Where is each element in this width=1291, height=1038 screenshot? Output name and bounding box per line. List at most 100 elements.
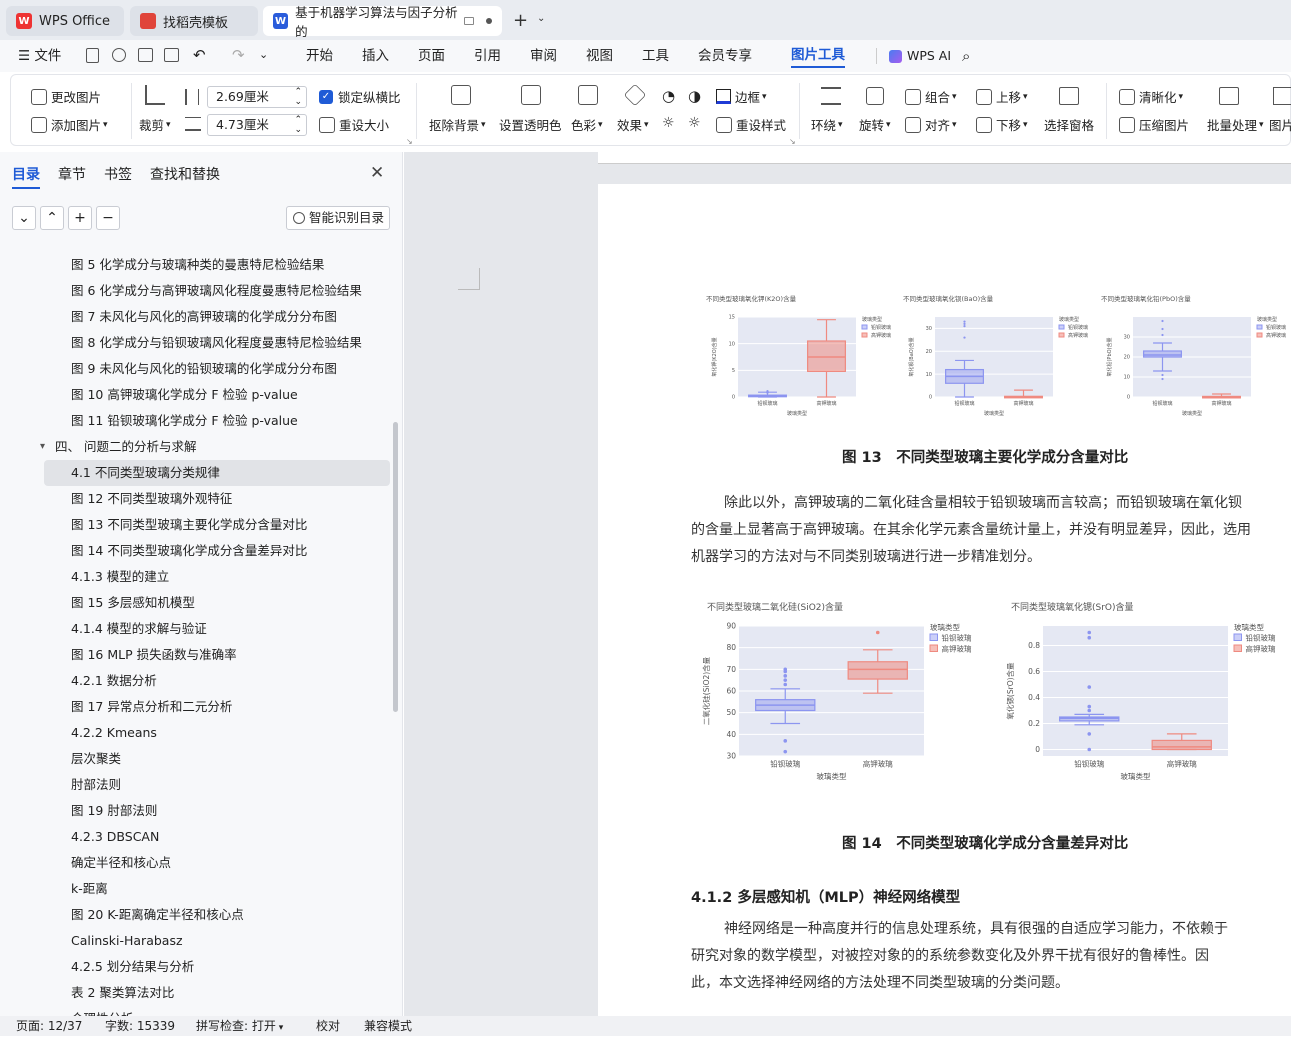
toc-item[interactable]: 图 14 不同类型玻璃化学成分含量差异对比 [44,538,390,564]
remove-heading-button[interactable]: − [96,206,120,230]
print-icon[interactable] [138,48,153,62]
effect-button[interactable]: 效果 ▾ [617,115,649,134]
contrast-icon[interactable]: ◑ [688,87,701,105]
figure-13-charts[interactable]: 不同类型玻璃氧化钾(K2O)含量051015氧化钾(K2O)含量铅钡玻璃 高钾玻璃… [698,282,1290,422]
align-button[interactable]: 对齐 ▾ [905,115,957,134]
toc-item[interactable]: 图 15 多层感知机模型 [44,590,390,616]
toc-item[interactable]: 图 19 肘部法则 [44,798,390,824]
toc-item[interactable]: 4.1.3 模型的建立 [44,564,390,590]
width-input[interactable]: 4.73厘米 ⌃ ⌄ [207,114,307,136]
batch-process-button[interactable]: 批量处理 ▾ [1207,115,1264,134]
toc-item[interactable]: 图 9 未风化与风化的铅钡玻璃的化学成分分布图 [44,356,390,382]
status-spell-check[interactable]: 拼写检查: 打开 ▾ [196,1016,283,1038]
document-canvas[interactable]: 不同类型玻璃氧化钾(K2O)含量 0 5 10 15 氧化钾(K2O)含量 铅钡玻璃 高钾玻璃… [404,152,1291,1016]
color-button[interactable]: 色彩 ▾ [571,115,603,134]
tab-wps-office[interactable]: W WPS Office [6,6,124,36]
add-heading-button[interactable]: + [68,206,92,230]
menu-member[interactable]: 会员专享 [698,40,752,72]
redo-icon[interactable]: ↷ [232,46,245,64]
status-word-count[interactable]: 字数: 15339 [105,1016,175,1036]
tab-toc[interactable]: 目录 [12,164,40,189]
toc-item[interactable]: 4.1 不同类型玻璃分类规律 [44,460,390,486]
toc-item[interactable]: Calinski-Harabasz [44,928,390,954]
more-chevron-icon[interactable]: ⌄ [259,48,268,61]
wrap-button[interactable]: 环绕 ▾ [811,115,843,134]
sharpen-button[interactable]: 清晰化 ▾ [1119,87,1183,106]
reset-style-button[interactable]: 重设样式 [716,115,786,134]
menu-view[interactable]: 视图 [586,40,613,72]
toc-item[interactable]: 图 16 MLP 损失函数与准确率 [44,642,390,668]
toc-item[interactable]: 图 20 K-距离确定半径和核心点 [44,902,390,928]
chevron-down-icon[interactable]: ⌄ [537,13,545,24]
close-tab-icon[interactable] [486,18,492,24]
dialog-launcher-icon[interactable]: ↘ [789,137,796,146]
dialog-launcher-icon[interactable]: ↘ [406,137,413,146]
collapse-all-button[interactable]: ⌄ [12,206,36,230]
rotate-button[interactable]: 旋转 ▾ [859,115,891,134]
toc-item[interactable]: 肘部法则 [44,772,390,798]
expand-up-button[interactable]: ⌃ [40,206,64,230]
menu-file[interactable]: ☰ 文件 [18,40,61,72]
group-button[interactable]: 组合 ▾ [905,87,957,106]
toc-item[interactable]: ▾ 四、 问题二的分析与求解 [40,434,390,460]
sidebar-scrollbar[interactable] [393,422,398,712]
crop-button[interactable]: 裁剪 ▾ [139,115,171,134]
tab-chapters[interactable]: 章节 [58,164,86,184]
toc-item[interactable]: 确定半径和核心点 [44,850,390,876]
tab-document[interactable]: W 基于机器学习算法与因子分析的 [263,5,502,39]
toc-item[interactable]: 图 13 不同类型玻璃主要化学成分含量对比 [44,512,390,538]
figure-14-charts[interactable]: 不同类型玻璃二氧化硅(SiO2)含量 30 40 50 60 70 80 90 二氧化硅(SiO… [702,596,1291,806]
menu-reference[interactable]: 引用 [474,40,501,72]
compress-image-button[interactable]: 压缩图片 [1119,115,1189,134]
image-more-button[interactable]: 图片 [1269,115,1291,134]
toc-item[interactable]: 图 8 化学成分与铅钡玻璃风化程度曼惠特尼检验结果 [44,330,390,356]
tab-template[interactable]: 找稻壳模板 [130,6,258,36]
selection-pane-button[interactable]: 选择窗格 [1044,115,1094,134]
menu-review[interactable]: 审阅 [530,40,557,72]
brightness-down-icon[interactable]: ☼ [662,115,675,131]
new-tab-plus-icon[interactable]: + [513,10,528,31]
document-page[interactable]: 不同类型玻璃氧化钾(K2O)含量 0 5 10 15 氧化钾(K2O)含量 铅钡玻璃 高钾玻璃… [458,184,1291,1016]
toc-item[interactable]: 4.2.5 划分结果与分析 [44,954,390,980]
contrast-down-icon[interactable]: ☼ [688,115,701,131]
share-icon[interactable] [112,48,126,62]
toc-item[interactable]: 4.2.3 DBSCAN [44,824,390,850]
tab-bookmarks[interactable]: 书签 [104,164,132,184]
send-backward-button[interactable]: 下移 ▾ [976,115,1028,134]
tab-find-replace[interactable]: 查找和替换 [150,164,220,184]
toc-item[interactable]: 表 2 聚类算法对比 [44,980,390,1006]
smart-toc-button[interactable]: 智能识别目录 [286,206,390,230]
menu-start[interactable]: 开始 [306,40,333,72]
menu-page[interactable]: 页面 [418,40,445,72]
remove-background-button[interactable]: 抠除背景 ▾ [429,115,486,134]
add-image-button[interactable]: 添加图片 ▾ [31,115,108,134]
expand-caret-icon[interactable]: ▾ [40,434,45,460]
toc-item[interactable]: 图 12 不同类型玻璃外观特征 [44,486,390,512]
menu-tools[interactable]: 工具 [642,40,669,72]
print-preview-icon[interactable] [164,48,179,62]
status-proofread[interactable]: 校对 [316,1016,340,1036]
bring-forward-button[interactable]: 上移 ▾ [976,87,1028,106]
toc-item[interactable]: 4.1.4 模型的求解与验证 [44,616,390,642]
undo-icon[interactable]: ↶ [193,46,206,64]
toc-item[interactable]: 图 6 化学成分与高钾玻璃风化程度曼惠特尼检验结果 [44,278,390,304]
border-button[interactable]: 边框 ▾ [716,87,767,106]
toc-item[interactable]: 图 11 铅钡玻璃化学成分 F 检验 p-value [44,408,390,434]
save-icon[interactable] [86,48,99,63]
reset-size-button[interactable]: 重设大小 [319,115,389,134]
brightness-up-icon[interactable]: ◔ [662,87,675,105]
close-icon[interactable]: ✕ [370,163,384,183]
toc-item[interactable]: 层次聚类 [44,746,390,772]
menu-picture-tools[interactable]: 图片工具 [791,40,845,68]
toc-item[interactable]: 图 7 未风化与风化的高钾玻璃的化学成分分布图 [44,304,390,330]
toc-item[interactable]: 4.2.2 Kmeans [44,720,390,746]
toc-item[interactable]: 4.2.1 数据分析 [44,668,390,694]
change-image-button[interactable]: 更改图片 [31,87,101,106]
status-page[interactable]: 页面: 12/37 [16,1016,82,1036]
toc-item[interactable]: 图 5 化学成分与玻璃种类的曼惠特尼检验结果 [44,252,390,278]
menu-wps-ai[interactable]: WPS AI [907,40,951,72]
lock-ratio-checkbox[interactable]: ✓ 锁定纵横比 [319,87,401,106]
toc-item[interactable]: 图 10 高钾玻璃化学成分 F 检验 p-value [44,382,390,408]
toc-item[interactable]: 合理性分析 [44,1006,390,1016]
set-transparent-color-button[interactable]: 设置透明色 [499,115,562,134]
